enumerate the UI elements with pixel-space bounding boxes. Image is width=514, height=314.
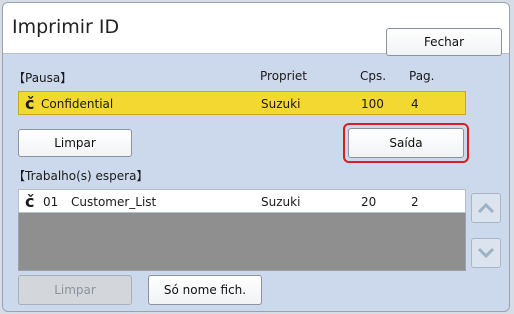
scroll-down-button[interactable] — [471, 238, 501, 268]
chevron-down-icon — [477, 247, 495, 259]
column-owner-header: Propriet — [260, 69, 308, 83]
key-icon: č — [25, 192, 35, 211]
filename-only-button[interactable]: Só nome fich. — [148, 275, 262, 305]
output-button[interactable]: Saída — [348, 128, 464, 158]
waiting-job-name: Customer_List — [71, 195, 157, 209]
waiting-job-row[interactable]: č 01 Customer_List Suzuki 20 2 — [18, 189, 466, 213]
close-button[interactable]: Fechar — [386, 28, 502, 56]
held-job-row[interactable]: č Confidential Suzuki 100 4 — [18, 91, 466, 115]
held-job-pages: 4 — [411, 97, 419, 111]
clear-held-button[interactable]: Limpar — [18, 129, 132, 157]
waiting-job-pages: 2 — [411, 195, 419, 209]
dialog-header: Imprimir ID Fechar — [3, 3, 509, 56]
waiting-job-owner: Suzuki — [261, 195, 301, 209]
held-job-name: Confidential — [41, 97, 114, 111]
held-job-owner: Suzuki — [261, 97, 301, 111]
column-pages-header: Pag. — [409, 69, 435, 83]
chevron-up-icon — [477, 202, 495, 214]
clear-waiting-button[interactable]: Limpar — [18, 275, 132, 305]
scroll-up-button[interactable] — [471, 193, 501, 223]
print-id-dialog: Imprimir ID Fechar 【Pausa】 Propriet Cps.… — [2, 2, 510, 312]
held-section-title: 【Pausa】 — [13, 71, 73, 85]
key-icon: č — [25, 94, 35, 113]
column-copies-header: Cps. — [360, 69, 387, 83]
dialog-title: Imprimir ID — [12, 16, 120, 38]
waiting-job-copies: 20 — [361, 195, 377, 209]
held-job-copies: 100 — [361, 97, 384, 111]
waiting-job-number: 01 — [43, 195, 59, 209]
waiting-section-title: 【Trabalho(s) espera】 — [13, 169, 149, 183]
